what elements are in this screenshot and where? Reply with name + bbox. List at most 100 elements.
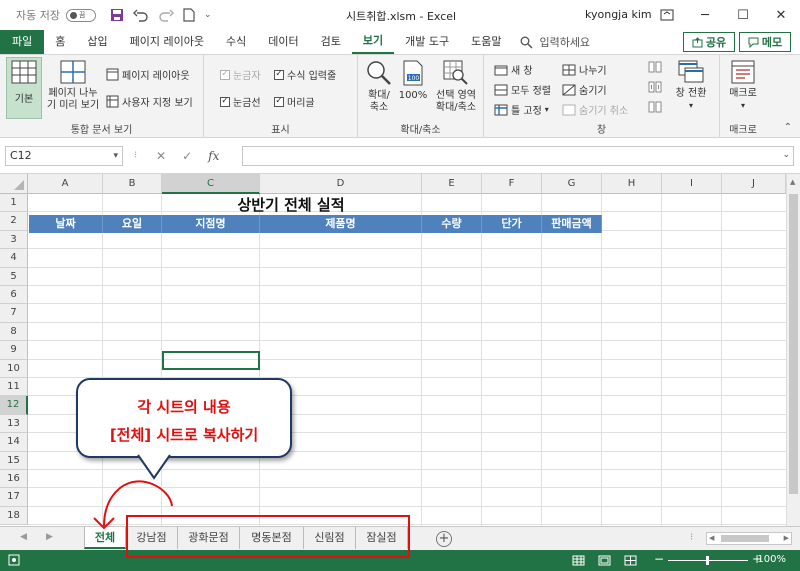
horizontal-scrollbar[interactable]: ◀ ▶ xyxy=(706,532,792,545)
row-header-17[interactable]: 17 xyxy=(0,488,28,507)
row-header-18[interactable]: 18 xyxy=(0,506,28,526)
macro-record-icon[interactable] xyxy=(8,554,20,566)
freeze-panes-button[interactable]: 틀 고정 ▾ xyxy=(494,102,549,117)
expand-formula-bar-icon[interactable]: ⌄ xyxy=(782,150,790,160)
page-layout-view-button[interactable]: 페이지 레이아웃 xyxy=(106,67,190,82)
row-header-9[interactable]: 9 xyxy=(0,341,28,360)
redo-icon[interactable] xyxy=(158,8,174,22)
switch-windows-button[interactable]: 창 전환 ▾ xyxy=(668,60,714,112)
column-header-d[interactable]: D xyxy=(260,174,422,194)
normal-view-status-icon[interactable] xyxy=(572,555,585,566)
synchronous-scrolling-icon[interactable] xyxy=(648,81,662,93)
tab-split-handle-icon[interactable]: ⁝ xyxy=(690,532,693,543)
enter-formula-icon[interactable]: ✓ xyxy=(182,149,192,163)
formula-input[interactable] xyxy=(242,146,794,166)
row-header-11[interactable]: 11 xyxy=(0,378,28,397)
page-layout-status-icon[interactable] xyxy=(598,555,611,566)
column-header-b[interactable]: B xyxy=(103,174,162,194)
tab-home[interactable]: 홈 xyxy=(44,30,76,54)
header-cell-branch[interactable]: 지점명 xyxy=(162,215,260,233)
zoom-button[interactable]: 확대/ 축소 xyxy=(362,60,396,114)
reset-window-position-icon[interactable] xyxy=(648,101,662,113)
row-header-5[interactable]: 5 xyxy=(0,267,28,286)
cancel-formula-icon[interactable]: ✕ xyxy=(156,149,166,163)
collapse-ribbon-icon[interactable]: ⌃ xyxy=(784,122,792,133)
page-break-status-icon[interactable] xyxy=(624,555,637,566)
column-header-j[interactable]: J xyxy=(722,174,786,194)
macros-button[interactable]: 매크로 ▾ xyxy=(722,60,764,112)
row-header-4[interactable]: 4 xyxy=(0,249,28,268)
sheet-title-cell[interactable]: 상반기 전체 실적 xyxy=(162,194,420,214)
custom-views-button[interactable]: 사용자 지정 보기 xyxy=(106,94,193,109)
gridlines-checkbox[interactable]: ✓ 눈금선 xyxy=(220,94,261,109)
column-header-i[interactable]: I xyxy=(662,174,722,194)
zoom-slider[interactable] xyxy=(668,556,748,565)
row-header-3[interactable]: 3 xyxy=(0,230,28,250)
minimize-icon[interactable]: ─ xyxy=(686,0,724,30)
arrange-all-button[interactable]: 모두 정렬 xyxy=(494,82,551,97)
tab-data[interactable]: 데이터 xyxy=(257,30,309,54)
ribbon-display-icon[interactable] xyxy=(648,0,686,30)
row-header-7[interactable]: 7 xyxy=(0,304,28,323)
row-header-8[interactable]: 8 xyxy=(0,322,28,342)
column-header-c[interactable]: C xyxy=(162,174,260,194)
maximize-icon[interactable]: ☐ xyxy=(724,0,762,30)
tab-insert[interactable]: 삽입 xyxy=(76,30,118,54)
column-header-h[interactable]: H xyxy=(602,174,662,194)
tab-help[interactable]: 도움말 xyxy=(460,30,512,54)
row-header-2[interactable]: 2 xyxy=(0,212,28,231)
share-button[interactable]: 공유 xyxy=(683,32,735,52)
select-all-corner[interactable] xyxy=(0,174,28,194)
active-cell-c12[interactable] xyxy=(162,351,260,370)
autosave-toggle[interactable]: 끔 xyxy=(65,8,96,22)
horizontal-scroll-thumb[interactable] xyxy=(721,535,769,542)
row-header-13[interactable]: 13 xyxy=(0,414,28,434)
zoom-slider-thumb[interactable] xyxy=(706,556,709,565)
add-sheet-button[interactable]: + xyxy=(436,531,452,547)
tab-review[interactable]: 검토 xyxy=(310,30,352,54)
view-normal-button[interactable]: 기본 xyxy=(6,60,42,106)
page-break-preview-button[interactable]: 페이지 나누 기 미리 보기 xyxy=(44,60,102,112)
scroll-up-icon[interactable]: ▲ xyxy=(790,178,795,186)
column-header-a[interactable]: A xyxy=(28,174,103,194)
tab-file[interactable]: 파일 xyxy=(0,30,45,54)
zoom-to-selection-button[interactable]: 선택 영역 확대/축소 xyxy=(430,60,482,114)
header-cell-sales-amount[interactable]: 판매금액 xyxy=(542,215,602,233)
autosave[interactable]: 자동 저장 끔 xyxy=(16,7,96,23)
row-header-1[interactable]: 1 xyxy=(0,194,28,213)
zoom-100-button[interactable]: 100 100% xyxy=(398,60,428,102)
close-icon[interactable]: ✕ xyxy=(762,0,800,30)
header-cell-product[interactable]: 제품명 xyxy=(260,215,422,233)
header-cell-date[interactable]: 날짜 xyxy=(29,215,103,233)
header-cell-unit-price[interactable]: 단가 xyxy=(482,215,542,233)
customize-qat-icon[interactable]: ⌄ xyxy=(204,10,212,20)
view-side-by-side-icon[interactable] xyxy=(648,61,662,73)
row-header-14[interactable]: 14 xyxy=(0,433,28,452)
comments-button[interactable]: 메모 xyxy=(739,32,791,52)
column-header-g[interactable]: G xyxy=(542,174,602,194)
vertical-scroll-thumb[interactable] xyxy=(789,194,798,494)
new-window-button[interactable]: 새 창 xyxy=(494,62,533,77)
zoom-level[interactable]: 100% xyxy=(757,554,786,565)
tab-page-layout[interactable]: 페이지 레이아웃 xyxy=(119,30,215,54)
row-header-12[interactable]: 12 xyxy=(0,396,28,415)
undo-icon[interactable] xyxy=(132,8,149,22)
tab-view[interactable]: 보기 xyxy=(351,30,395,54)
header-cell-weekday[interactable]: 요일 xyxy=(103,215,162,233)
hide-button[interactable]: 숨기기 xyxy=(562,82,607,97)
next-sheet-icon[interactable]: ▶ xyxy=(46,532,53,542)
name-box-dropdown-icon[interactable]: ▾ xyxy=(113,147,118,165)
prev-sheet-icon[interactable]: ◀ xyxy=(20,532,27,542)
header-cell-quantity[interactable]: 수량 xyxy=(422,215,482,233)
scroll-left-icon[interactable]: ◀ xyxy=(709,534,714,542)
new-file-icon[interactable] xyxy=(183,8,195,22)
user-name[interactable]: kyongja kim xyxy=(585,8,652,21)
save-icon[interactable] xyxy=(110,8,124,22)
name-box[interactable]: C12 ▾ xyxy=(5,146,123,166)
row-header-15[interactable]: 15 xyxy=(0,451,28,470)
tell-me-search[interactable]: 입력하세요 xyxy=(520,34,590,50)
insert-function-icon[interactable]: fx xyxy=(208,149,219,163)
row-header-10[interactable]: 10 xyxy=(0,359,28,378)
headings-checkbox[interactable]: ✓ 머리글 xyxy=(274,94,315,109)
tab-formulas[interactable]: 수식 xyxy=(215,30,257,54)
